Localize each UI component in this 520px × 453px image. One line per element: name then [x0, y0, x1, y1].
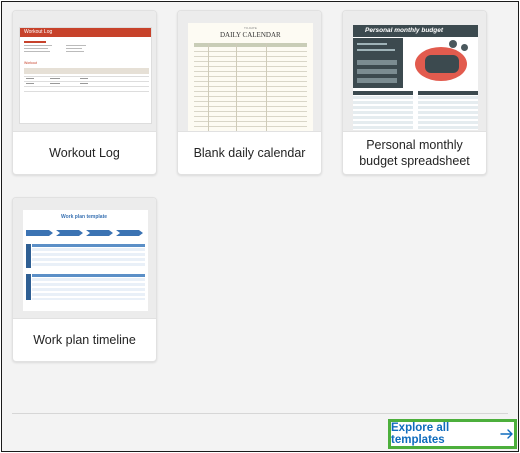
explore-all-templates-label: Explore all templates	[391, 422, 450, 446]
template-card-personal-monthly-budget[interactable]: Personal monthly budget Personal monthly…	[342, 10, 487, 175]
template-card-workout-log[interactable]: Workout Log Workout Workout Log	[12, 10, 157, 175]
explore-all-templates-button[interactable]: Explore all templates	[388, 419, 517, 449]
template-title: Work plan timeline	[33, 333, 136, 347]
thumbnail-title: Personal monthly budget	[365, 27, 444, 34]
thumbnail-kicker: TO-DATE	[244, 26, 257, 30]
template-gallery: Workout Log Workout Workout Log TO-DATE …	[1, 1, 519, 452]
arrow-right-icon	[500, 429, 514, 439]
template-thumbnail: Workout Log Workout	[13, 11, 156, 132]
template-thumbnail: Personal monthly budget	[343, 11, 486, 132]
template-thumbnail: Work plan template	[13, 198, 156, 319]
template-card-work-plan-timeline[interactable]: Work plan template Work plan timeline	[12, 197, 157, 362]
thumbnail-title: DAILY CALENDAR	[220, 31, 281, 39]
template-title: Workout Log	[49, 146, 120, 160]
template-title: Blank daily calendar	[193, 146, 306, 160]
thumbnail-title: Work plan template	[61, 214, 108, 220]
thumbnail-section-label: Workout	[24, 61, 37, 65]
template-thumbnail: TO-DATE DAILY CALENDAR	[178, 11, 321, 132]
thumbnail-title: Workout Log	[24, 29, 53, 35]
template-card-blank-daily-calendar[interactable]: TO-DATE DAILY CALENDAR Blank daily calen…	[177, 10, 322, 175]
footer-divider	[12, 413, 508, 414]
template-title: Personal monthly budget spreadsheet	[359, 138, 470, 168]
